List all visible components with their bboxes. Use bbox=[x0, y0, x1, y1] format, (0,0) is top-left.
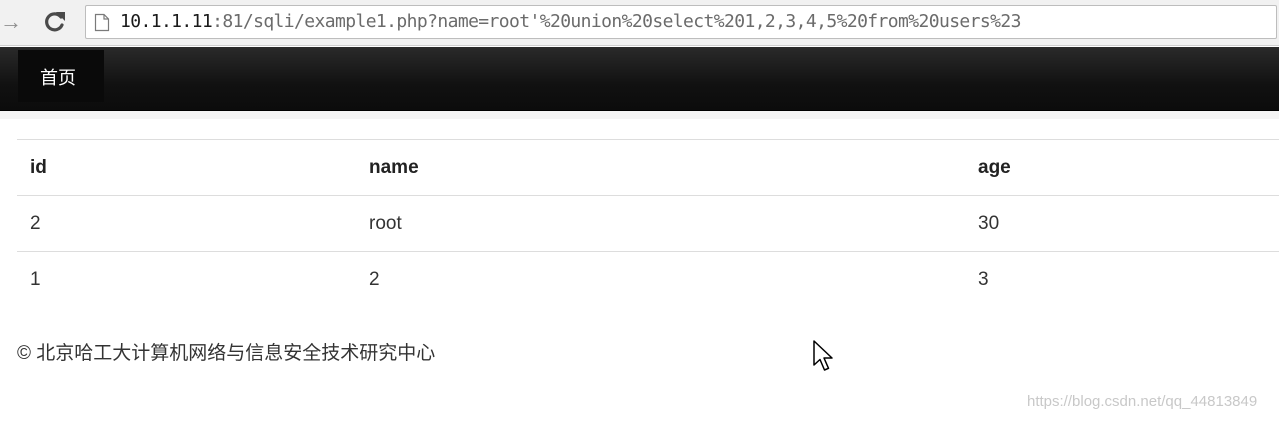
browser-toolbar: → 10.1.1.11:81/sqli/example1.php?name=ro… bbox=[0, 0, 1279, 46]
cell-name: 2 bbox=[356, 251, 965, 307]
footer-copyright: © 北京哈工大计算机网络与信息安全技术研究中心 bbox=[17, 343, 436, 364]
cell-id: 2 bbox=[17, 195, 356, 252]
nav-item-home[interactable]: 首页 bbox=[18, 50, 104, 102]
cell-id: 1 bbox=[17, 251, 356, 307]
column-header-name: name bbox=[356, 139, 965, 196]
navbar-spacer bbox=[0, 111, 1279, 119]
url-host: 10.1.1.11 bbox=[120, 11, 213, 32]
url-path: :81/sqli/example1.php?name=root'%20union… bbox=[212, 11, 1021, 32]
forward-arrow-icon[interactable]: → bbox=[0, 8, 24, 36]
page-icon bbox=[94, 13, 110, 32]
column-header-id: id bbox=[17, 139, 356, 196]
cell-age: 30 bbox=[965, 195, 1279, 252]
column-header-age: age bbox=[965, 139, 1279, 196]
table-row: 2 root 30 bbox=[17, 195, 1279, 252]
cell-age: 3 bbox=[965, 251, 1279, 307]
table-row: 1 2 3 bbox=[17, 251, 1279, 307]
results-table: id name age 2 root 30 1 2 3 bbox=[17, 139, 1279, 307]
cell-name: root bbox=[356, 195, 965, 252]
watermark: https://blog.csdn.net/qq_44813849 bbox=[1027, 393, 1258, 410]
reload-icon[interactable] bbox=[40, 8, 70, 36]
url-text[interactable]: 10.1.1.11:81/sqli/example1.php?name=root… bbox=[120, 6, 1021, 38]
table-header-row: id name age bbox=[17, 139, 1279, 196]
site-navbar: 首页 bbox=[0, 47, 1279, 111]
address-bar[interactable]: 10.1.1.11:81/sqli/example1.php?name=root… bbox=[85, 5, 1277, 39]
mouse-cursor-icon bbox=[813, 340, 833, 371]
